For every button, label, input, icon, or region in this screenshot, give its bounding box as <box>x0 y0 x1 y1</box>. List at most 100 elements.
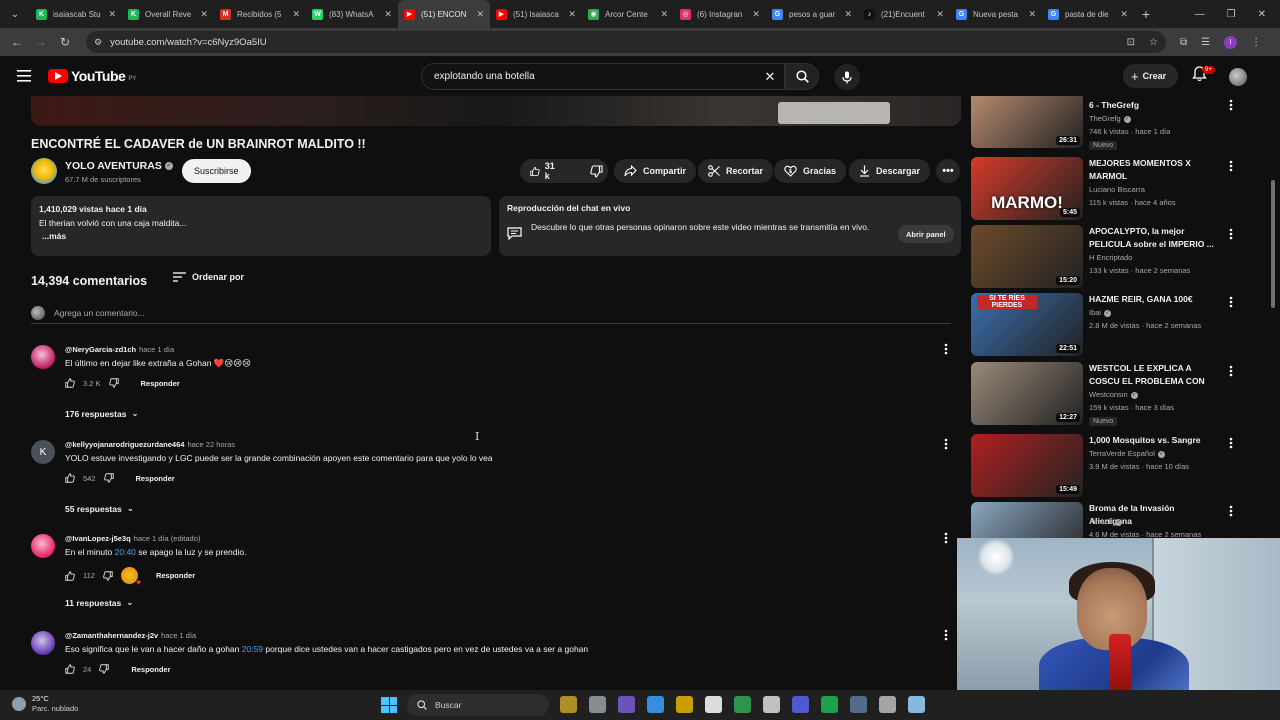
create-button[interactable]: + Crear <box>1123 64 1179 88</box>
tab-close-icon[interactable]: ✕ <box>568 9 576 20</box>
bookmark-star-icon[interactable]: ☆ <box>1149 37 1158 48</box>
thumbs-down-icon[interactable] <box>103 570 113 581</box>
tab-close-icon[interactable]: ✕ <box>200 9 208 20</box>
view-replies-button[interactable]: 55 respuestas ⌄ <box>65 503 134 514</box>
thanks-button[interactable]: $ Gracias <box>774 159 847 183</box>
browser-tab[interactable]: ◉ Arcor Cente ✕ <box>582 0 674 28</box>
like-button[interactable]: 31 k <box>520 159 568 183</box>
channel-avatar[interactable] <box>31 158 57 184</box>
video-thumbnail[interactable]: 15:20 <box>971 225 1083 288</box>
weather-widget[interactable]: 25°C Parc. nublado <box>12 694 78 714</box>
reply-button[interactable]: Responder <box>141 379 180 388</box>
show-more-link[interactable]: ...más <box>39 230 483 244</box>
browser-tab[interactable]: K Overall Reve ✕ <box>122 0 214 28</box>
taskbar-app-icon[interactable] <box>560 696 577 713</box>
browser-tab[interactable]: ▶ (51) Isaiasca ✕ <box>490 0 582 28</box>
recommended-channel[interactable]: Westconsin ✓ <box>1089 390 1138 399</box>
tab-close-icon[interactable]: ✕ <box>844 9 852 20</box>
video-thumbnail[interactable]: MARMO! 5:45 <box>971 157 1083 220</box>
video-thumbnail[interactable]: SI TE RÍES PIERDES 22:51 <box>971 293 1083 356</box>
comment-avatar[interactable] <box>31 534 55 558</box>
profile-avatar[interactable]: I <box>1224 35 1238 49</box>
taskbar-app-icon[interactable] <box>879 696 896 713</box>
comment-options-icon[interactable] <box>944 629 948 641</box>
search-button[interactable] <box>785 63 819 90</box>
taskbar-app-icon[interactable] <box>821 696 838 713</box>
tab-close-icon[interactable]: ✕ <box>384 9 392 20</box>
recommended-channel[interactable]: Ibai ✓ <box>1089 308 1112 317</box>
browser-tab[interactable]: ▶ (51) ENCON ✕ <box>398 0 490 28</box>
open-panel-button[interactable]: Abrir panel <box>898 225 954 243</box>
video-options-icon[interactable] <box>1229 296 1233 308</box>
comment-author[interactable]: @IvanLopez-j5e3q <box>65 534 131 543</box>
comment-time[interactable]: hace 1 día <box>139 345 174 354</box>
tab-close-icon[interactable]: ✕ <box>660 9 668 20</box>
comment-time[interactable]: hace 1 día <box>161 631 196 640</box>
reply-button[interactable]: Responder <box>131 665 170 674</box>
thumbs-up-icon[interactable] <box>65 473 75 483</box>
taskbar-app-icon[interactable] <box>589 696 606 713</box>
recommended-video-title[interactable]: HAZME REIR, GANA 100€ <box>1089 293 1214 306</box>
browser-tab[interactable]: Kisaiascab Stu ✕ <box>30 0 122 28</box>
recommended-video[interactable]: SI TE RÍES PIERDES 22:51 HAZME REIR, GANA … <box>971 293 1239 357</box>
search-input[interactable]: explotando una botella <box>434 71 756 82</box>
video-options-icon[interactable] <box>1229 160 1233 172</box>
taskbar-app-icon[interactable] <box>908 696 925 713</box>
share-button[interactable]: Compartir <box>614 159 697 183</box>
comment-author[interactable]: @NeryGarcia-zd1ch <box>65 345 136 354</box>
reading-list-icon[interactable]: ☰ <box>1201 37 1210 48</box>
recommended-channel[interactable]: Luciano Biscarra <box>1089 185 1145 194</box>
clip-button[interactable]: Recortar <box>698 159 774 183</box>
taskbar-app-icon[interactable] <box>676 696 693 713</box>
reply-button[interactable]: Responder <box>136 474 175 483</box>
dislike-button[interactable] <box>580 159 613 183</box>
browser-tab[interactable]: M Recibidos (5 ✕ <box>214 0 306 28</box>
tab-close-icon[interactable]: ✕ <box>476 9 484 20</box>
taskbar-app-icon[interactable] <box>792 696 809 713</box>
recommended-video-title[interactable]: MEJORES MOMENTOS X MARMOL <box>1089 157 1214 183</box>
comment-options-icon[interactable] <box>944 532 948 544</box>
comment-time[interactable]: hace 22 horas <box>187 440 235 449</box>
comment-options-icon[interactable] <box>944 343 948 355</box>
add-comment-field[interactable]: Agrega un comentario... <box>31 306 951 324</box>
video-options-icon[interactable] <box>1229 99 1233 111</box>
video-thumbnail[interactable]: 15:49 <box>971 434 1083 497</box>
taskbar-app-icon[interactable] <box>734 696 751 713</box>
video-thumbnail[interactable]: 12:27 <box>971 362 1083 425</box>
recommended-channel[interactable]: H Encriptado <box>1089 253 1132 262</box>
tab-close-icon[interactable]: ✕ <box>292 9 300 20</box>
recommended-video[interactable]: 15:49 1,000 Mosquitos vs. Sangre TerraVerd… <box>971 434 1239 498</box>
tab-close-icon[interactable]: ✕ <box>936 9 944 20</box>
comment-time[interactable]: hace 1 día (editado) <box>134 534 201 543</box>
comment-avatar[interactable]: K <box>31 440 55 464</box>
video-player[interactable] <box>31 96 961 126</box>
tab-search-button[interactable]: ⌄ <box>4 3 26 25</box>
timestamp-link[interactable]: 20:59 <box>242 644 263 654</box>
new-tab-button[interactable]: + <box>1134 6 1158 22</box>
description-box[interactable]: 1,410,029 vistas hace 1 día El therian v… <box>31 196 491 256</box>
reload-icon[interactable]: ↻ <box>54 31 76 53</box>
browser-tab[interactable]: W (83) WhatsA ✕ <box>306 0 398 28</box>
address-url[interactable]: youtube.com/watch?v=c6Nyz9Oa5IU <box>110 37 1119 48</box>
browser-tab[interactable]: Gpasta de die ✕ <box>1042 0 1134 28</box>
recommended-channel[interactable]: TheGrefg ✓ <box>1089 114 1131 123</box>
comment-options-icon[interactable] <box>944 438 948 450</box>
video-options-icon[interactable] <box>1229 505 1233 517</box>
download-button[interactable]: Descargar <box>849 159 931 183</box>
clear-search-icon[interactable]: ✕ <box>756 69 784 85</box>
timestamp-link[interactable]: 20:40 <box>115 547 136 557</box>
recommended-channel[interactable]: TerraVerde Español ✓ <box>1089 449 1165 458</box>
voice-search-button[interactable] <box>834 64 860 90</box>
recommended-channel[interactable]: Airrack ✓ <box>1089 517 1123 526</box>
site-info-icon[interactable]: ⚙ <box>94 37 102 48</box>
video-options-icon[interactable] <box>1229 365 1233 377</box>
thumbs-up-icon[interactable] <box>65 664 75 674</box>
maximize-icon[interactable]: ❐ <box>1227 9 1236 20</box>
chrome-menu-icon[interactable]: ⋮ <box>1251 37 1261 48</box>
taskbar-app-icon[interactable] <box>647 696 664 713</box>
install-app-icon[interactable]: ⊡ <box>1127 37 1135 48</box>
tab-close-icon[interactable]: ✕ <box>1028 9 1036 20</box>
taskbar-search[interactable]: Buscar <box>407 694 549 716</box>
add-comment-placeholder[interactable]: Agrega un comentario... <box>54 308 145 318</box>
taskbar-app-icon[interactable] <box>763 696 780 713</box>
